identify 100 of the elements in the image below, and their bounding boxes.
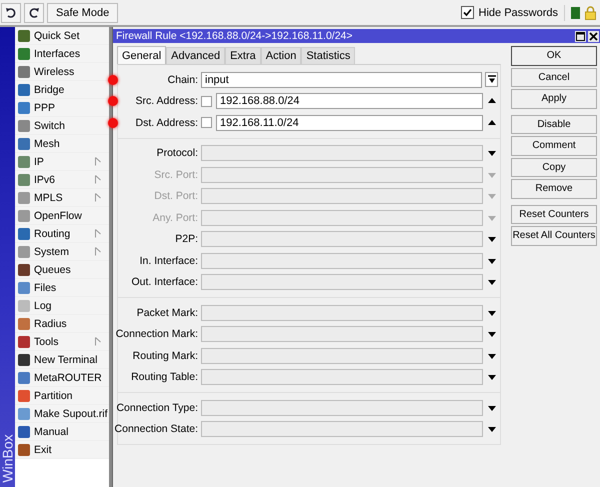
sidebar-item[interactable]: System (15, 243, 109, 261)
dropdown-field[interactable] (201, 188, 483, 204)
status-square-icon (571, 6, 580, 18)
redo-button[interactable] (24, 2, 44, 22)
tile-icon (18, 354, 30, 366)
dialog-button[interactable]: Comment (511, 136, 597, 156)
dialog-button[interactable]: Reset Counters (511, 204, 597, 224)
tile-icon (18, 120, 30, 132)
dropdown-field[interactable] (201, 274, 483, 290)
dialog-button[interactable]: Cancel (511, 68, 597, 87)
field-label: Connection State: (114, 423, 198, 436)
close-button[interactable] (588, 30, 599, 42)
sidebar-item[interactable]: Tools (15, 333, 109, 351)
tile-icon (18, 156, 30, 168)
sidebar-item[interactable]: Files (15, 279, 109, 297)
sidebar-item[interactable]: Wireless (15, 63, 109, 81)
field-label: Dst. Address: (136, 116, 198, 129)
dropdown-field[interactable] (201, 369, 483, 386)
hide-passwords-checkbox[interactable] (460, 6, 474, 19)
undo-icon (5, 6, 17, 18)
submenu-arrow-icon (95, 175, 101, 184)
dialog-button[interactable]: Disable (511, 114, 597, 134)
dropdown-field[interactable] (201, 166, 483, 183)
dropdown-field[interactable] (201, 400, 483, 416)
field-label: In. Interface: (140, 254, 198, 267)
window-title: Firewall Rule <192.168.88.0/24->192.168.11.0/24> (116, 30, 354, 42)
sidebar-item[interactable]: Quick Set (15, 27, 109, 45)
tile-icon (18, 246, 30, 258)
sidebar-item[interactable]: IPv6 (15, 171, 109, 189)
sidebar-item[interactable]: OpenFlow (15, 207, 109, 225)
field-label: P2P: (175, 233, 198, 246)
dropdown-arrow-icon[interactable] (487, 234, 497, 244)
tab[interactable]: Advanced (166, 47, 226, 64)
dialog-button[interactable]: OK (511, 46, 597, 66)
sidebar-item[interactable]: PPP (15, 99, 109, 117)
field-label: Src. Address: (136, 95, 198, 108)
tab[interactable]: General (117, 46, 166, 64)
up-arrow-icon[interactable] (487, 118, 497, 128)
sidebar-item[interactable]: Switch (15, 117, 109, 135)
dropdown-field[interactable] (201, 326, 483, 342)
dropdown-field[interactable]: input (201, 72, 482, 88)
tile-icon (18, 444, 30, 456)
undo-button[interactable] (1, 2, 21, 22)
dropdown-button[interactable] (485, 72, 498, 88)
dropdown-field[interactable] (201, 145, 483, 162)
tile-icon (18, 336, 30, 348)
address-field[interactable]: 192.168.88.0/24 (216, 93, 483, 110)
field-label: Routing Table: (131, 371, 198, 384)
sidebar-item[interactable]: Bridge (15, 81, 109, 99)
dropdown-arrow-icon[interactable] (487, 148, 497, 158)
submenu-arrow-icon (95, 193, 101, 202)
dropdown-field[interactable] (201, 304, 483, 321)
field-label: Src. Port: (154, 168, 198, 181)
sidebar-item[interactable]: MetaROUTER (15, 369, 109, 387)
dropdown-arrow-icon[interactable] (487, 424, 497, 434)
tab[interactable]: Statistics (301, 47, 356, 64)
sidebar-item[interactable]: MPLS (15, 189, 109, 207)
sidebar-item[interactable]: Routing (15, 225, 109, 243)
sidebar-item[interactable]: Mesh (15, 135, 109, 153)
tile-icon (18, 264, 30, 276)
sidebar-item[interactable]: Radius (15, 315, 109, 333)
negate-checkbox[interactable] (201, 117, 212, 128)
field-label: Routing Mark: (132, 350, 198, 362)
tab[interactable]: Extra (225, 47, 261, 64)
dropdown-arrow-icon[interactable] (487, 277, 497, 288)
sidebar-item[interactable]: Exit (15, 441, 109, 459)
sidebar-item[interactable]: New Terminal (15, 351, 109, 369)
tile-icon (18, 372, 30, 384)
dropdown-arrow-icon[interactable] (487, 372, 497, 382)
submenu-arrow-icon (95, 337, 101, 346)
field-label: Out. Interface: (131, 276, 198, 288)
dropdown-field[interactable] (201, 210, 483, 226)
dropdown-field[interactable] (201, 348, 483, 364)
dropdown-field[interactable] (201, 252, 483, 269)
tile-icon (18, 300, 30, 312)
dropdown-field[interactable] (201, 231, 483, 248)
maximize-icon (576, 32, 585, 40)
dialog-button[interactable]: Copy (511, 158, 597, 177)
dialog-button[interactable]: Apply (511, 89, 597, 108)
sidebar-item[interactable]: Queues (15, 261, 109, 279)
sidebar-item[interactable]: Make Supout.rif (15, 405, 109, 423)
dialog-button[interactable]: Reset All Counters (511, 226, 597, 246)
sidebar-item[interactable]: Partition (15, 387, 109, 405)
sidebar-item[interactable]: Manual (15, 423, 109, 441)
sidebar-item[interactable]: Interfaces (15, 45, 109, 63)
redo-icon (28, 6, 40, 18)
dropdown-field[interactable] (201, 421, 483, 438)
sidebar-item[interactable]: IP (15, 153, 109, 171)
maximize-button[interactable] (575, 30, 586, 42)
tile-icon (18, 282, 30, 294)
dialog-button[interactable]: Remove (511, 179, 597, 198)
tile-icon (18, 102, 30, 114)
sidebar-item[interactable]: Log (15, 297, 109, 315)
negate-checkbox[interactable] (201, 96, 212, 107)
tab[interactable]: Action (260, 47, 302, 64)
address-field[interactable]: 192.168.11.0/24 (216, 114, 483, 131)
dropdown-arrow-icon[interactable] (487, 329, 497, 340)
safe-mode-button[interactable]: Safe Mode (47, 2, 118, 22)
tile-icon (18, 174, 30, 186)
tile-icon (18, 66, 30, 78)
